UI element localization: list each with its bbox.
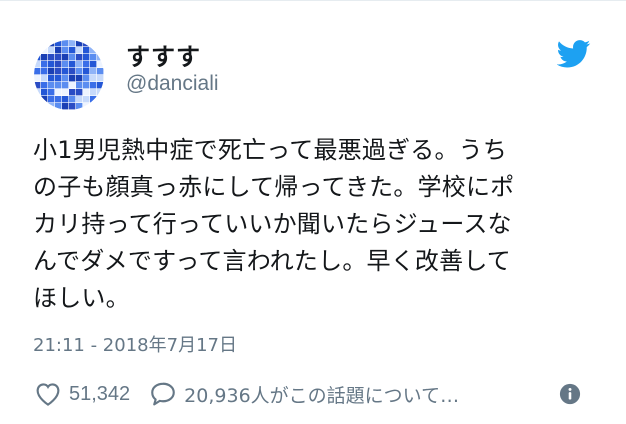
heart-icon[interactable] [33, 379, 63, 409]
tweet-text: 小1男児熱中症で死亡って最悪過ぎる。うち の子も顔真っ赤にして帰ってきた。学校に… [33, 136, 515, 312]
user-handle[interactable]: @danciali [126, 72, 219, 96]
like-action[interactable]: 51,342 [33, 379, 130, 409]
embedded-tweet-card: すすす @danciali 小1男児熱中症で死亡って最悪過ぎる。うち の子も顔真… [0, 0, 626, 424]
user-display-name[interactable]: すすす [126, 37, 201, 72]
blue-mosaic-avatar-icon [34, 40, 104, 110]
reply-conversation-text: 20,936人がこの話題について… [184, 384, 460, 407]
tweet-actions: 51,342 20,936人がこの話題について… [33, 377, 593, 411]
speech-bubble-icon[interactable] [148, 379, 178, 409]
reply-action[interactable]: 20,936人がこの話題について… [148, 379, 459, 409]
like-count: 51,342 [69, 382, 131, 405]
user-avatar[interactable] [34, 40, 104, 110]
twitter-bird-icon[interactable] [557, 40, 591, 68]
tweet-timestamp[interactable]: 21:11 - 2018年7月17日 [33, 331, 237, 357]
info-icon[interactable] [559, 383, 581, 405]
